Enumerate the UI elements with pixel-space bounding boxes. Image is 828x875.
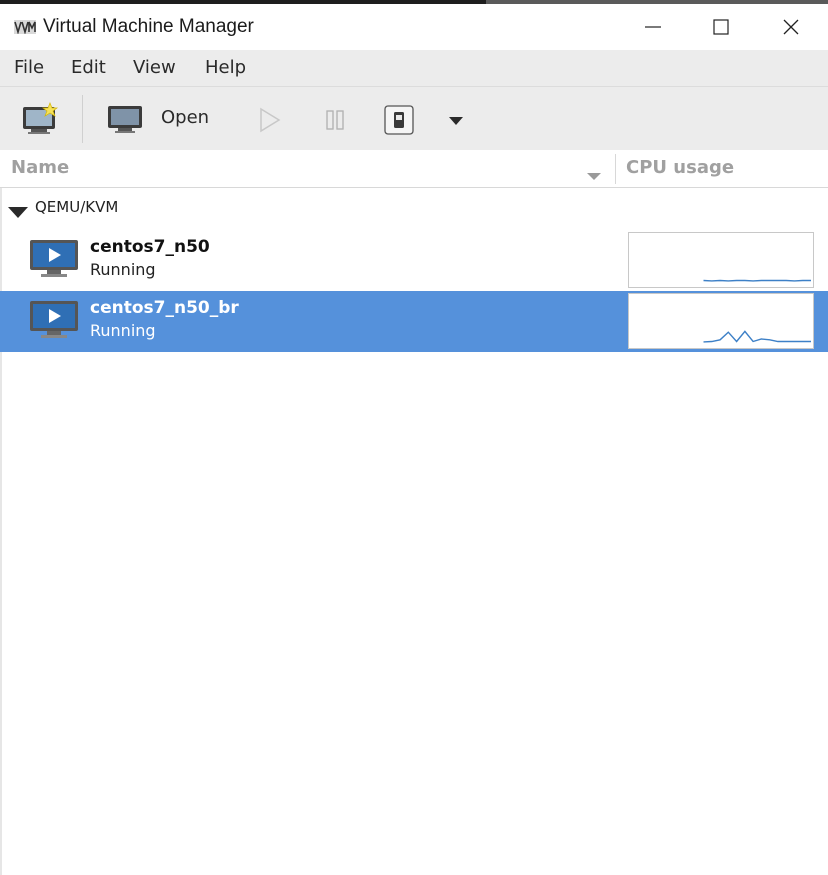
vm-monitor-icon xyxy=(29,299,79,341)
pause-button[interactable] xyxy=(318,105,352,135)
close-button[interactable] xyxy=(756,8,826,46)
vm-name: centos7_n50_br xyxy=(90,298,239,318)
shutdown-options-dropdown[interactable] xyxy=(442,109,470,133)
vm-name: centos7_n50 xyxy=(90,237,210,257)
connection-label: QEMU/KVM xyxy=(35,198,119,216)
vmm-app-icon xyxy=(14,19,36,35)
menu-help[interactable]: Help xyxy=(205,57,246,78)
menu-file[interactable]: File xyxy=(14,57,44,78)
vm-monitor-icon xyxy=(29,238,79,280)
column-header-name[interactable]: Name xyxy=(11,157,69,178)
run-button[interactable] xyxy=(252,105,286,135)
minimize-icon xyxy=(645,26,661,28)
toolbar: Open xyxy=(0,86,828,150)
shutdown-icon xyxy=(384,105,414,135)
cpu-usage-graph xyxy=(628,232,814,288)
play-icon xyxy=(260,107,281,133)
sort-arrow-icon[interactable] xyxy=(587,166,601,185)
monitor-icon xyxy=(108,106,142,133)
column-divider[interactable] xyxy=(615,154,616,184)
minimize-button[interactable] xyxy=(618,8,688,46)
vm-list-header: Name CPU usage xyxy=(0,150,828,188)
toolbar-separator xyxy=(82,95,83,143)
vm-row-selected[interactable]: centos7_n50_br Running xyxy=(0,291,828,352)
open-button-label[interactable]: Open xyxy=(161,107,209,128)
title-bar: Virtual Machine Manager xyxy=(0,4,828,50)
window-title: Virtual Machine Manager xyxy=(43,16,254,37)
new-vm-button[interactable] xyxy=(18,99,62,139)
maximize-button[interactable] xyxy=(686,8,756,46)
connection-group-row[interactable]: QEMU/KVM xyxy=(0,188,828,228)
dropdown-arrow-icon xyxy=(449,117,463,125)
maximize-icon xyxy=(713,19,729,35)
close-icon xyxy=(783,19,799,35)
menu-view[interactable]: View xyxy=(133,57,176,78)
menu-edit[interactable]: Edit xyxy=(71,57,106,78)
expander-triangle-icon[interactable] xyxy=(8,204,28,223)
shutdown-button[interactable] xyxy=(382,103,416,137)
vm-status: Running xyxy=(90,260,156,279)
vm-row[interactable]: centos7_n50 Running xyxy=(0,230,828,291)
cpu-sparkline xyxy=(703,330,811,343)
cpu-usage-graph xyxy=(628,293,814,349)
column-header-cpu-usage[interactable]: CPU usage xyxy=(626,157,734,178)
new-vm-icon xyxy=(23,102,59,134)
vm-status: Running xyxy=(90,321,156,340)
open-button[interactable] xyxy=(104,101,146,137)
pause-icon xyxy=(326,110,344,130)
menu-bar: File Edit View Help xyxy=(0,50,828,86)
